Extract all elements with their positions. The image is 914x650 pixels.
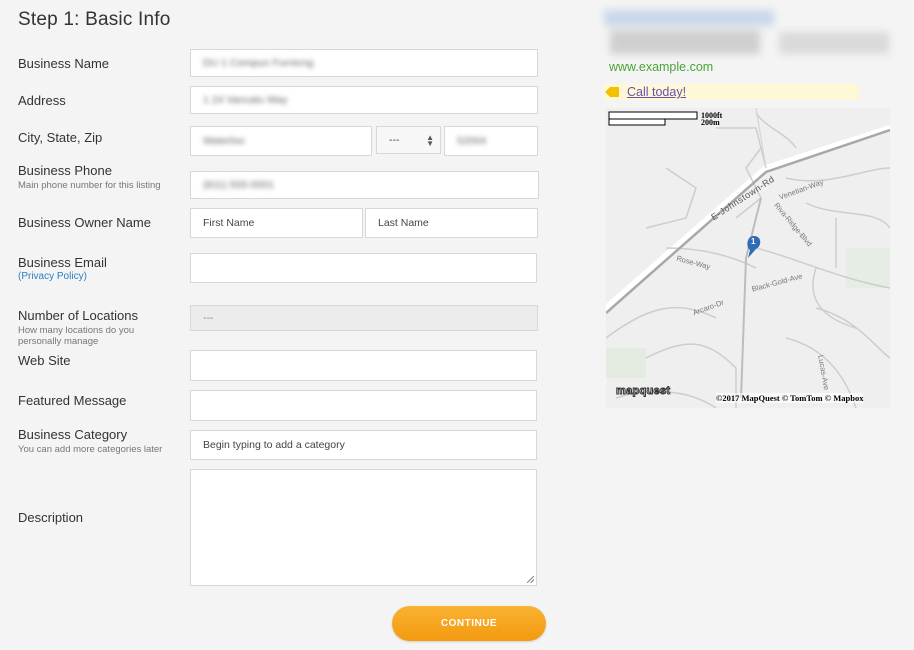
business-phone-sublabel: Main phone number for this listing (18, 180, 161, 191)
number-of-locations-label: Number of Locations (18, 308, 138, 323)
website-label: Web Site (18, 353, 71, 368)
scale-m: 200m (701, 118, 720, 127)
map-marker-label[interactable]: 1 (751, 237, 755, 246)
owner-name-label: Business Owner Name (18, 215, 151, 230)
privacy-policy-link[interactable]: (Privacy Policy) (18, 271, 87, 282)
business-category-input[interactable]: Begin typing to add a category (190, 430, 537, 460)
page-title: Step 1: Basic Info (18, 9, 171, 30)
number-of-locations-value: --- (203, 312, 214, 324)
call-today-link[interactable]: Call today! (627, 85, 686, 99)
tag-icon (605, 87, 619, 97)
city-value: Waterloo (203, 135, 245, 147)
business-phone-value: (811) 555-0001 (203, 179, 275, 191)
map[interactable]: 1000ft 200m 1 E-Johnstown-Rd Venetian-Wa… (606, 108, 890, 408)
preview-header (604, 10, 894, 60)
owner-first-name-input[interactable]: First Name (190, 208, 363, 238)
featured-message-label: Featured Message (18, 393, 127, 408)
map-streets (606, 108, 890, 408)
city-state-zip-label: City, State, Zip (18, 130, 103, 145)
zip-input[interactable]: 52004 (444, 126, 538, 156)
business-name-value: DU 1 Compun Furnicng (203, 57, 314, 69)
city-input[interactable]: Waterloo (190, 126, 372, 156)
address-label: Address (18, 93, 66, 108)
business-phone-label: Business Phone (18, 163, 112, 178)
zip-value: 52004 (457, 135, 487, 147)
website-input[interactable] (190, 350, 537, 381)
business-category-label: Business Category (18, 427, 128, 442)
state-value: --- (389, 134, 400, 146)
first-name-placeholder: First Name (203, 217, 255, 229)
scale-label: 1000ft 200m (701, 112, 722, 127)
state-select[interactable]: --- ▲ ▼ (376, 126, 441, 154)
business-category-placeholder: Begin typing to add a category (203, 439, 345, 451)
owner-last-name-input[interactable]: Last Name (365, 208, 538, 238)
preview-url[interactable]: www.example.com (609, 60, 713, 74)
description-label: Description (18, 510, 84, 525)
address-input[interactable]: 1 24 Vancatu Way (190, 86, 538, 114)
resize-handle-icon[interactable] (527, 576, 534, 583)
mapquest-logo: mapquest (615, 385, 671, 398)
description-textarea[interactable] (190, 469, 537, 586)
business-name-input[interactable]: DU 1 Compun Furnicng (190, 49, 538, 77)
number-of-locations-select[interactable]: --- (190, 305, 538, 331)
business-email-label: Business Email (18, 255, 107, 270)
featured-message-input[interactable] (190, 390, 537, 421)
continue-button[interactable]: CONTINUE (392, 606, 546, 641)
address-value: 1 24 Vancatu Way (203, 94, 288, 106)
map-attribution: ©2017 MapQuest © TomTom © Mapbox (716, 393, 864, 403)
last-name-placeholder: Last Name (378, 217, 429, 229)
business-name-label: Business Name (18, 56, 110, 71)
number-of-locations-sublabel: How many locations do you personally man… (18, 325, 135, 347)
business-category-sublabel: You can add more categories later (18, 444, 163, 455)
select-arrows-icon: ▲ ▼ (426, 133, 434, 148)
business-email-input[interactable] (190, 253, 537, 283)
business-phone-input[interactable]: (811) 555-0001 (190, 171, 539, 199)
